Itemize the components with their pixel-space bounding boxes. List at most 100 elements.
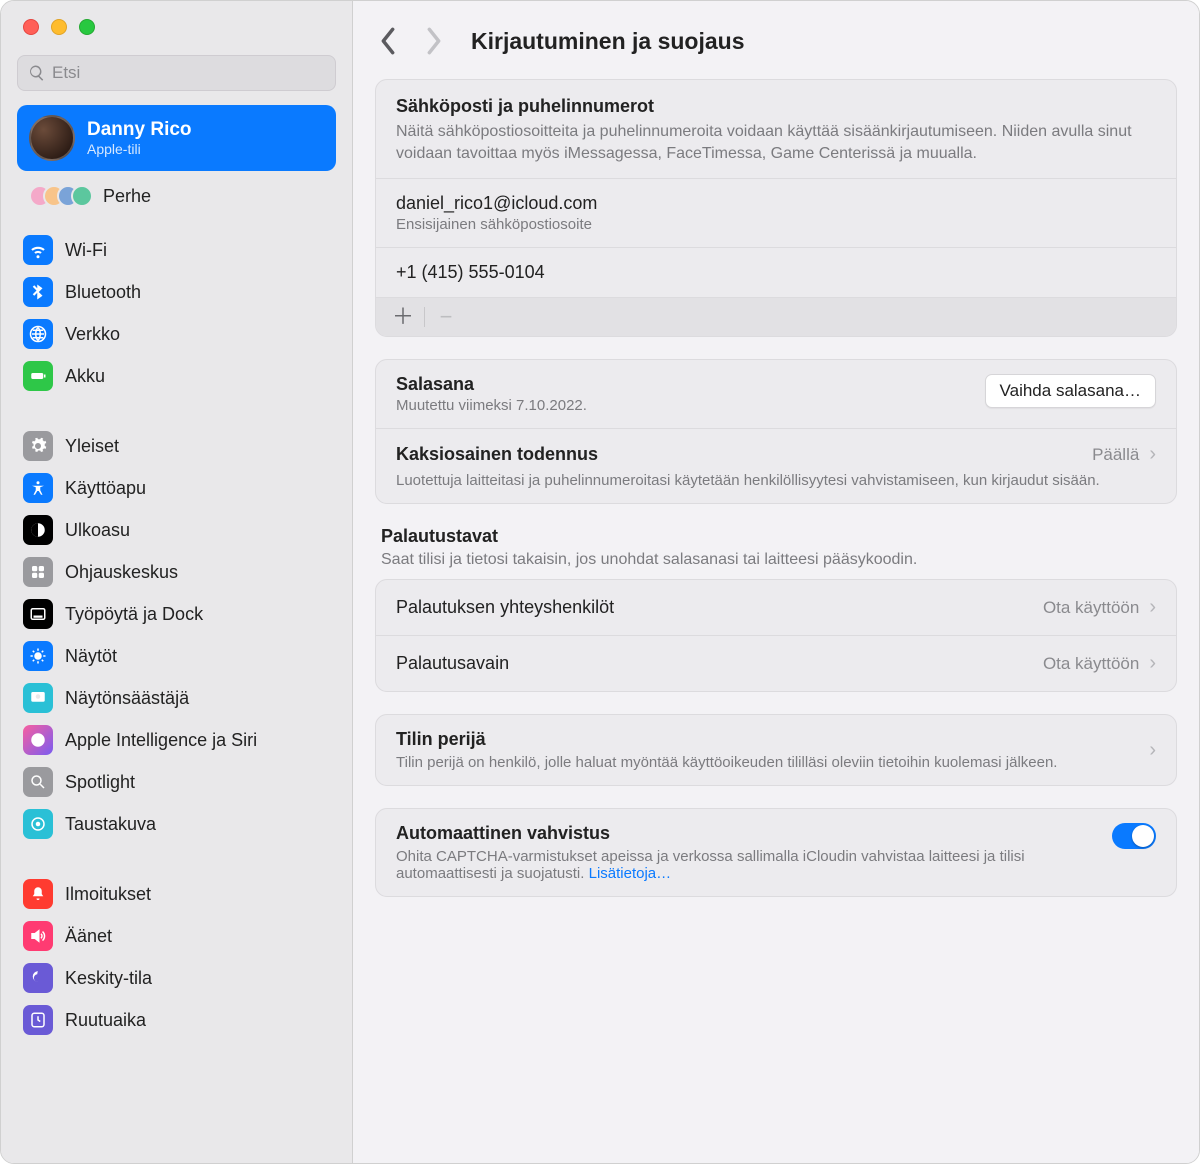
contact-email-sub: Ensisijainen sähköpostiosoite [396,216,1156,233]
sidebar-account[interactable]: Danny Rico Apple-tili [17,105,336,171]
twofa-row[interactable]: Kaksiosainen todennus Päällä › Luotettuj… [376,429,1176,503]
settings-window: Etsi Danny Rico Apple-tili Perhe Wi-Fi Bl… [0,0,1200,1164]
password-card: Salasana Muutettu viimeksi 7.10.2022. Va… [375,359,1177,504]
sidebar-item-screentime[interactable]: Ruutuaika [17,999,336,1041]
sidebar-item-label: Akku [65,366,105,387]
bluetooth-icon [23,277,53,307]
password-row: Salasana Muutettu viimeksi 7.10.2022. Va… [376,360,1176,429]
back-button[interactable] [377,27,399,55]
twofa-title: Kaksiosainen todennus [396,444,598,465]
siri-icon [23,725,53,755]
sidebar-item-label: Ohjauskeskus [65,562,178,583]
sidebar-item-wifi[interactable]: Wi-Fi [17,229,336,271]
recovery-contacts-label: Palautuksen yhteyshenkilöt [396,597,614,618]
appearance-icon [23,515,53,545]
screensaver-icon [23,683,53,713]
wallpaper-icon [23,809,53,839]
content-pane: Kirjautuminen ja suojaus Sähköposti ja p… [353,1,1199,1163]
sidebar-item-label: Työpöytä ja Dock [65,604,203,625]
twofa-status: Päällä [1092,445,1139,465]
chevron-right-icon: › [1149,596,1156,619]
forward-button [423,27,445,55]
remove-contact-button[interactable]: − [433,306,459,328]
contacts-title: Sähköposti ja puhelinnumerot [396,96,1156,117]
sidebar-item-spotlight[interactable]: Spotlight [17,761,336,803]
contacts-toolbar: ＋ − [376,298,1176,336]
sidebar-item-gear[interactable]: Yleiset [17,425,336,467]
account-name: Danny Rico [87,119,192,142]
sidebar-item-label: Bluetooth [65,282,141,303]
maximize-button[interactable] [79,19,95,35]
change-password-button[interactable]: Vaihda salasana… [985,374,1156,408]
dock-icon [23,599,53,629]
sidebar-item-label: Ilmoitukset [65,884,151,905]
autoverify-toggle[interactable] [1112,823,1156,849]
autoverify-card: Automaattinen vahvistus Ohita CAPTCHA-va… [375,808,1177,897]
close-button[interactable] [23,19,39,35]
add-contact-button[interactable]: ＋ [390,306,416,328]
twofa-desc: Luotettuja laitteitasi ja puhelinnumeroi… [396,472,1156,489]
sidebar-item-label: Näytöt [65,646,117,667]
contact-phone-row[interactable]: +1 (415) 555-0104 [376,248,1176,298]
spotlight-icon [23,767,53,797]
sidebar-item-sound[interactable]: Äänet [17,915,336,957]
sidebar-item-globe[interactable]: Verkko [17,313,336,355]
screentime-icon [23,1005,53,1035]
family-avatars [29,185,93,207]
page-title: Kirjautuminen ja suojaus [471,28,745,55]
sidebar-item-label: Ulkoasu [65,520,130,541]
autoverify-title: Automaattinen vahvistus [396,823,1098,844]
recovery-header: Palautustavat Saat tilisi ja tietosi tak… [375,526,1177,579]
gear-icon [23,431,53,461]
avatar [29,115,75,161]
recovery-key-status: Ota käyttöön [1043,654,1139,674]
password-title: Salasana [396,374,587,395]
sidebar-item-label: Näytönsäästäjä [65,688,189,709]
search-placeholder: Etsi [52,63,80,83]
sidebar-item-dock[interactable]: Työpöytä ja Dock [17,593,336,635]
family-label: Perhe [103,186,151,207]
recovery-title: Palautustavat [381,526,1171,547]
accessibility-icon [23,473,53,503]
content-header: Kirjautuminen ja suojaus [353,1,1199,71]
chevron-right-icon: › [1149,652,1156,675]
sidebar-item-label: Yleiset [65,436,119,457]
sidebar-item-battery[interactable]: Akku [17,355,336,397]
sidebar-item-label: Äänet [65,926,112,947]
sidebar-item-controlcenter[interactable]: Ohjauskeskus [17,551,336,593]
sidebar-item-label: Keskity-tila [65,968,152,989]
sidebar-item-bell[interactable]: Ilmoitukset [17,873,336,915]
recovery-card: Palautuksen yhteyshenkilöt Ota käyttöön … [375,579,1177,692]
search-icon [28,64,46,82]
sidebar-item-label: Wi-Fi [65,240,107,261]
recovery-key-row[interactable]: Palautusavain Ota käyttöön › [376,636,1176,691]
autoverify-link[interactable]: Lisätietoja… [589,865,672,882]
autoverify-desc: Ohita CAPTCHA-varmistukset apeissa ja ve… [396,848,1098,882]
recovery-contacts-row[interactable]: Palautuksen yhteyshenkilöt Ota käyttöön … [376,580,1176,636]
sidebar-item-label: Taustakuva [65,814,156,835]
sidebar-item-accessibility[interactable]: Käyttöapu [17,467,336,509]
sidebar-item-bluetooth[interactable]: Bluetooth [17,271,336,313]
sidebar-item-label: Ruutuaika [65,1010,146,1031]
sidebar-item-wallpaper[interactable]: Taustakuva [17,803,336,845]
globe-icon [23,319,53,349]
contacts-desc: Näitä sähköpostiosoitteita ja puhelinnum… [396,121,1156,164]
sidebar: Etsi Danny Rico Apple-tili Perhe Wi-Fi Bl… [1,1,353,1163]
sidebar-item-appearance[interactable]: Ulkoasu [17,509,336,551]
sound-icon [23,921,53,951]
sidebar-item-label: Käyttöapu [65,478,146,499]
battery-icon [23,361,53,391]
sidebar-item-displays[interactable]: Näytöt [17,635,336,677]
search-input[interactable]: Etsi [17,55,336,91]
sidebar-item-label: Verkko [65,324,120,345]
sidebar-item-focus[interactable]: Keskity-tila [17,957,336,999]
contact-email-row[interactable]: daniel_rico1@icloud.com Ensisijainen säh… [376,179,1176,248]
legacy-card[interactable]: Tilin perijä Tilin perijä on henkilö, jo… [375,714,1177,786]
minimize-button[interactable] [51,19,67,35]
sidebar-family[interactable]: Perhe [17,177,336,215]
controlcenter-icon [23,557,53,587]
sidebar-item-siri[interactable]: Apple Intelligence ja Siri [17,719,336,761]
sidebar-item-label: Spotlight [65,772,135,793]
sidebar-item-screensaver[interactable]: Näytönsäästäjä [17,677,336,719]
bell-icon [23,879,53,909]
